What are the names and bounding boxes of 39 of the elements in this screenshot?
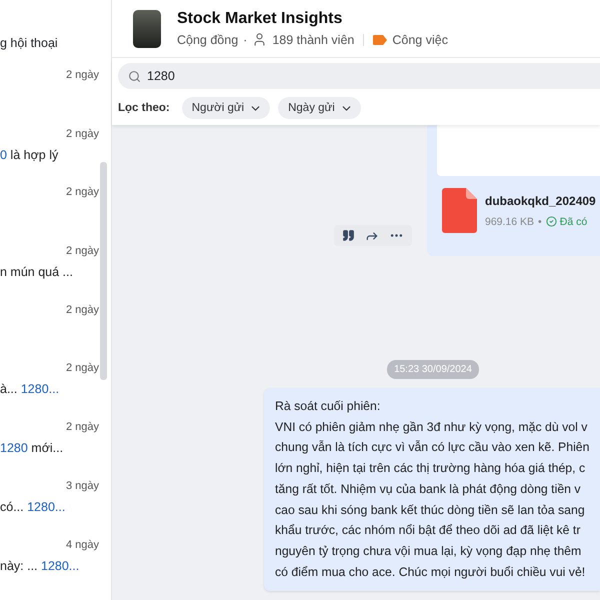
quote-icon[interactable] bbox=[342, 229, 355, 242]
result-time: 2 ngày bbox=[66, 304, 99, 316]
result-time: 4 ngày bbox=[66, 538, 99, 550]
timestamp-pill: 15:23 30/09/2024 bbox=[387, 360, 479, 379]
group-tag[interactable]: Công việc bbox=[392, 32, 448, 46]
download-status: Đã có bbox=[560, 216, 588, 228]
message-text: Rà soát cuối phiên: VNI có phiên giảm nhẹ gần 3đ như kỳ vọng, mặc dù vol v chung vẫn là tích cực vì vẫn có lực cầu vào xen kẽ. Phiên lớn nghỉ, hiện tại trên các thị trường hàng hóa giá thép, c tăng rất tốt. Nhiệm vụ của bank là phát động dòng tiền v cao sau khi sóng bank kết thúc dòng tiền sẽ lan tỏa sang khẩu trước, các nhóm nổi bật để theo dõi ad đã liệt kê tr nguyên tỷ trọng chưa vội mua lại, kỳ vọng đạp nhẹ thêm có điểm mua cho ace. Chúc mọi người buổi chiều vui vẻ! bbox=[275, 398, 590, 581]
message-snippet[interactable]: 0 là hợp lý bbox=[0, 148, 101, 162]
group-title: Stock Market Insights bbox=[177, 10, 344, 28]
dot-separator: • bbox=[538, 216, 542, 228]
result-time: 2 ngày bbox=[66, 421, 99, 434]
member-count[interactable]: 189 thành viên bbox=[272, 32, 354, 46]
user-icon bbox=[252, 32, 268, 47]
message-snippet[interactable]: à... 1280... bbox=[0, 382, 101, 396]
file-size: 969.16 KB bbox=[485, 216, 534, 228]
search-icon bbox=[128, 70, 141, 82]
file-name[interactable]: dubaokqkd_202409 bbox=[485, 194, 596, 208]
result-time: 2 ngày bbox=[66, 69, 99, 81]
check-circle-icon bbox=[546, 216, 557, 227]
result-time: 2 ngày bbox=[66, 362, 99, 374]
group-avatar-photo bbox=[133, 10, 161, 48]
message-snippet: g hội thoại bbox=[0, 36, 59, 52]
message-snippet[interactable]: có... 1280... bbox=[0, 500, 101, 514]
group-type: Cộng đồng bbox=[177, 32, 238, 46]
tag-icon bbox=[373, 34, 388, 44]
result-time: 2 ngày bbox=[66, 245, 99, 258]
result-time: 3 ngày bbox=[66, 480, 99, 492]
message-snippet[interactable]: 1280 mới... bbox=[0, 441, 101, 456]
filter-label: Lọc theo: bbox=[118, 102, 170, 114]
scrollbar[interactable] bbox=[100, 162, 107, 380]
pdf-file-icon bbox=[442, 188, 477, 233]
message-snippet[interactable]: này: ... 1280... bbox=[0, 558, 101, 572]
dot-separator: · bbox=[243, 32, 248, 46]
search-field[interactable]: 1280 bbox=[118, 63, 600, 89]
filter-dropdown[interactable]: Người gửi bbox=[182, 97, 270, 119]
message-snippet[interactable]: n mún quá ... bbox=[0, 265, 101, 280]
result-time: 2 ngày bbox=[66, 186, 99, 198]
result-time: 2 ngày bbox=[66, 128, 99, 140]
filter-dropdown[interactable]: Ngày gửi bbox=[278, 97, 361, 119]
